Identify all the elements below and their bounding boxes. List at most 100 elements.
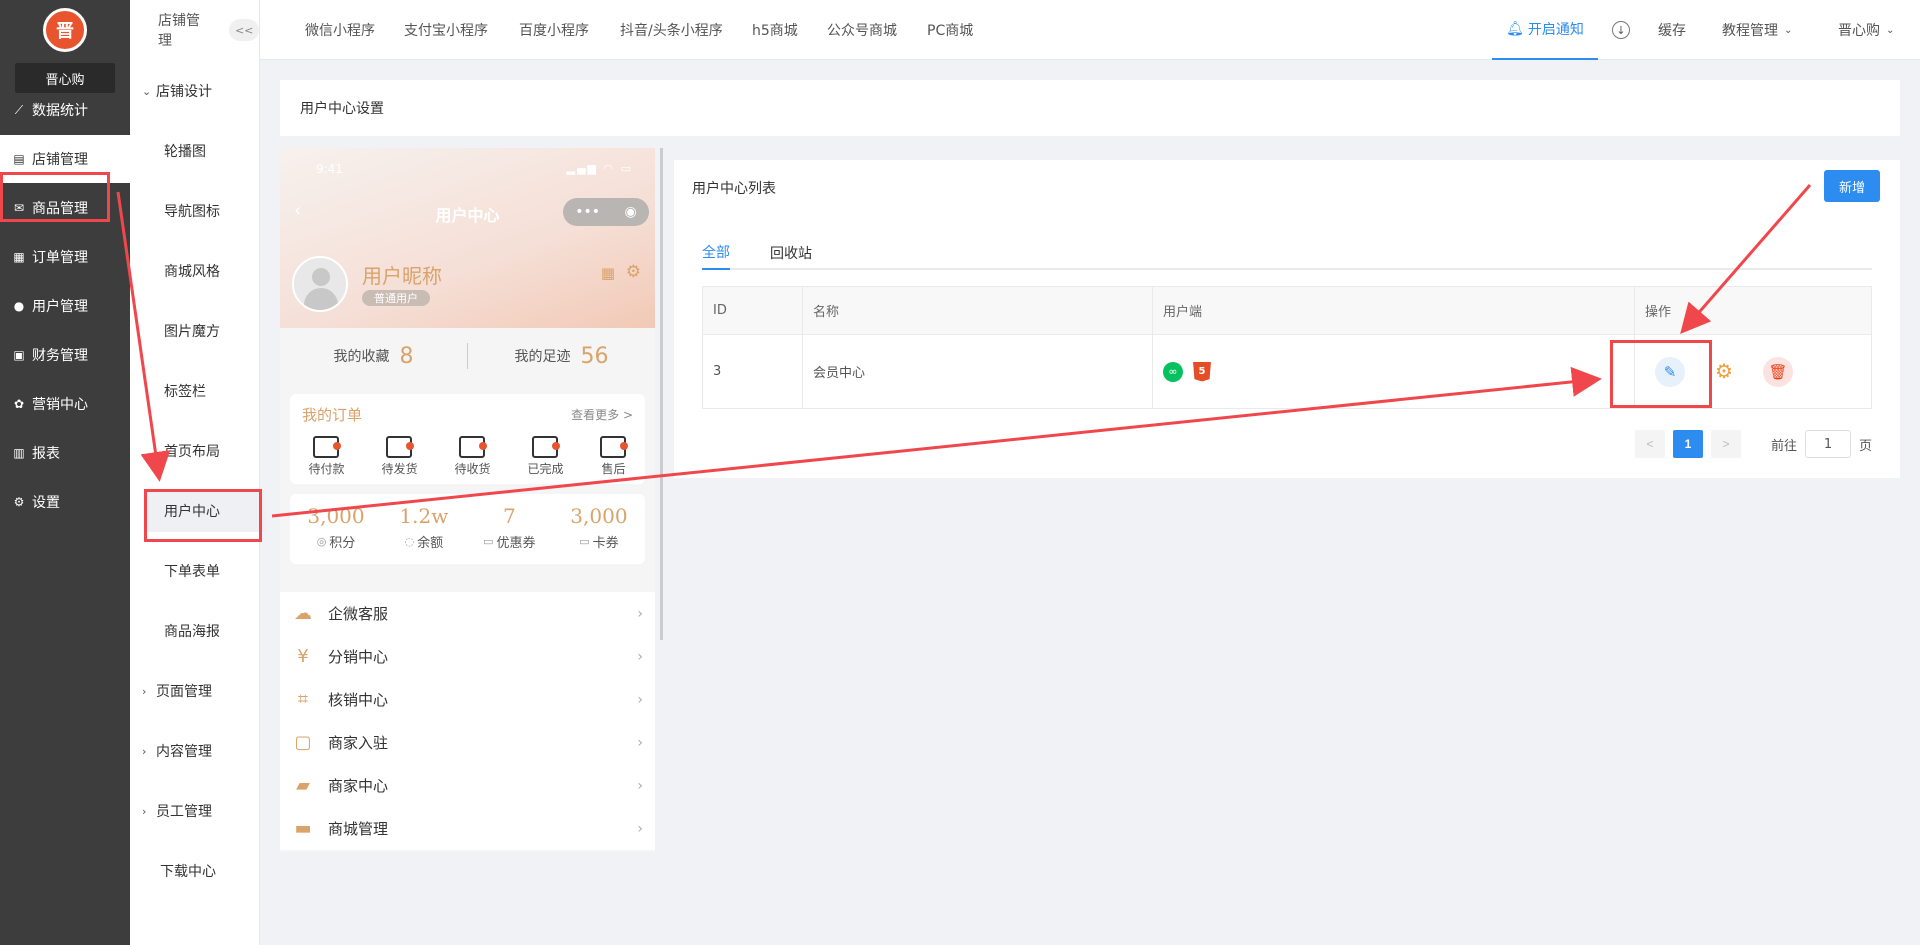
fav-label: 我的收藏 (333, 349, 390, 365)
menu-label: 商家中心 (328, 777, 389, 795)
list-panel: 用户中心列表 新增 全部 回收站 ID 名称 用户端 操作 3 会员中心 ∞ 5 (674, 160, 1900, 478)
subnav-group-label: 店铺设计 (156, 84, 212, 100)
subnav-group-2[interactable]: › 员工管理 (130, 790, 260, 832)
download-icon[interactable]: ↓ (1612, 0, 1630, 60)
top-tab-6[interactable]: PC商城 (927, 0, 973, 60)
sidebar-item-7[interactable]: ▥ 报表 (0, 429, 130, 477)
sidebar-item-label: 订单管理 (32, 250, 88, 266)
order-status-label: 待发货 (381, 462, 418, 476)
pagination: < 1 > 前往 页 (1634, 430, 1872, 458)
status-time: 9:41 (316, 162, 343, 176)
order-more-link: 查看更多 > (571, 408, 633, 422)
sidebar-item-label: 用户管理 (32, 299, 88, 315)
delete-button[interactable]: 🗑︎ (1763, 356, 1793, 387)
subnav-download-center[interactable]: 下载中心 (130, 850, 260, 892)
order-status-label: 待收货 (454, 462, 491, 476)
tutorial-label: 教程管理 (1722, 23, 1778, 39)
page-unit-label: 页 (1858, 438, 1872, 454)
top-tab-3[interactable]: 抖音/头条小程序 (620, 0, 723, 60)
menu-label: 分销中心 (328, 648, 389, 666)
sidebar-item-5[interactable]: ▣ 财务管理 (0, 331, 130, 379)
collapse-button[interactable]: << (229, 19, 259, 41)
list-title: 用户中心列表 (692, 181, 776, 197)
notify-label: 开启通知 (1527, 22, 1584, 38)
sidebar-item-0[interactable]: ⟋ 数据统计 (0, 86, 130, 134)
subnav-group-0[interactable]: › 页面管理 (130, 670, 260, 712)
page-1-button[interactable]: 1 (1672, 430, 1703, 458)
add-button[interactable]: 新增 (1824, 170, 1880, 202)
top-tab-4[interactable]: h5商城 (752, 0, 798, 60)
asset-icon: ▭ (483, 535, 494, 548)
target-icon: ◉ (624, 204, 637, 220)
chevron-icon: › (142, 744, 147, 758)
bell-icon: 🔔︎ (1506, 21, 1524, 37)
order-status-icon (600, 436, 629, 458)
sidebar-item-4[interactable]: ● 用户管理 (0, 282, 130, 330)
order-title: 我的订单 (302, 406, 363, 424)
fav-trace-bar: 我的收藏 8 我的足迹 56 (280, 328, 655, 384)
top-tab-1[interactable]: 支付宝小程序 (404, 0, 488, 60)
menu-row-4: ▰ 商家中心 › (280, 764, 655, 807)
asset-value: 3,000 (307, 504, 365, 528)
chevron-right-icon: › (637, 734, 643, 751)
prev-page-button[interactable]: < (1634, 430, 1665, 458)
subnav-item-7[interactable]: 下单表单 (130, 550, 260, 592)
top-tab-0[interactable]: 微信小程序 (305, 0, 375, 60)
sidebar-item-3[interactable]: ▦ 订单管理 (0, 233, 130, 281)
order-status-3: 已完成 (527, 436, 564, 477)
top-tab-2[interactable]: 百度小程序 (519, 0, 589, 60)
col-actions: 操作 (1634, 286, 1872, 335)
tab-recycle[interactable]: 回收站 (770, 236, 812, 270)
more-icon: ••• (575, 204, 601, 220)
gear-icon: ⚙ (625, 262, 641, 282)
trash-icon: 🗑︎ (1768, 363, 1788, 381)
shop-icon: ▤ (13, 152, 25, 166)
preview-scrollbar[interactable] (660, 148, 663, 640)
asset-card: 3,000 ◎ 积分 1.2w ◌ 余额 7 ▭ 优惠券 3,000 ▭ 卡券 (290, 494, 645, 564)
col-client: 用户端 (1152, 286, 1635, 335)
merchant-join-icon: ▢ (294, 732, 312, 753)
order-status-4: 售后 (600, 436, 629, 477)
next-page-button[interactable]: > (1710, 430, 1741, 458)
row-client: ∞ 5 (1152, 334, 1635, 409)
subnav-item-5[interactable]: 首页布局 (130, 430, 260, 472)
settings-button[interactable]: ⚙ (1709, 357, 1739, 387)
user-menu[interactable]: 晋心购 ⌄ (1838, 0, 1894, 60)
sidebar-item-label: 营销中心 (32, 397, 88, 413)
goto-page-input[interactable] (1804, 430, 1851, 458)
subnav-title: 店铺管理 (158, 13, 200, 49)
sidebar-item-8[interactable]: ⚙ 设置 (0, 478, 130, 526)
order-card: 我的订单 查看更多 > 待付款 待发货 待收货 已完成 售后 (290, 394, 645, 484)
tutorial-menu[interactable]: 教程管理 ⌄ (1722, 0, 1792, 60)
trace-stat: 我的足迹 56 (468, 344, 655, 369)
trace-count: 56 (580, 343, 609, 369)
subnav-item-0[interactable]: 轮播图 (130, 130, 260, 172)
menu-row-3: ▢ 商家入驻 › (280, 721, 655, 764)
menu-row-2: ⌗ 核销中心 › (280, 678, 655, 721)
chevron-icon: › (142, 684, 147, 698)
subnav-item-3[interactable]: 图片魔方 (130, 310, 260, 352)
menu-row-0: ☁ 企微客服 › (280, 592, 655, 635)
subnav-group-design[interactable]: ⌄ 店铺设计 (130, 70, 260, 112)
col-id: ID (702, 286, 803, 335)
subnav-group-label: 页面管理 (156, 684, 212, 700)
cache-button[interactable]: 缓存 (1658, 0, 1686, 60)
order-status-label: 售后 (601, 462, 626, 476)
notify-button[interactable]: 🔔︎ 开启通知 (1492, 0, 1598, 60)
user-icon: ● (13, 299, 25, 313)
subnav-item-4[interactable]: 标签栏 (130, 370, 260, 412)
subnav-item-2[interactable]: 商城风格 (130, 250, 260, 292)
subnav-header: 店铺管理 << (130, 0, 259, 60)
tab-all[interactable]: 全部 (702, 236, 730, 270)
order-status-0: 待付款 (308, 436, 345, 477)
sidebar-item-6[interactable]: ✿ 营销中心 (0, 380, 130, 428)
top-tab-5[interactable]: 公众号商城 (827, 0, 897, 60)
chevron-down-icon: ⌄ (1784, 24, 1793, 36)
asset-value: 7 (502, 504, 516, 528)
subnav-group-1[interactable]: › 内容管理 (130, 730, 260, 772)
subnav-item-1[interactable]: 导航图标 (130, 190, 260, 232)
subnav-item-8[interactable]: 商品海报 (130, 610, 260, 652)
asset-0: 3,000 ◎ 积分 (307, 504, 364, 551)
asset-label: 优惠券 (496, 536, 536, 551)
asset-2: 7 ▭ 优惠券 (483, 504, 535, 551)
